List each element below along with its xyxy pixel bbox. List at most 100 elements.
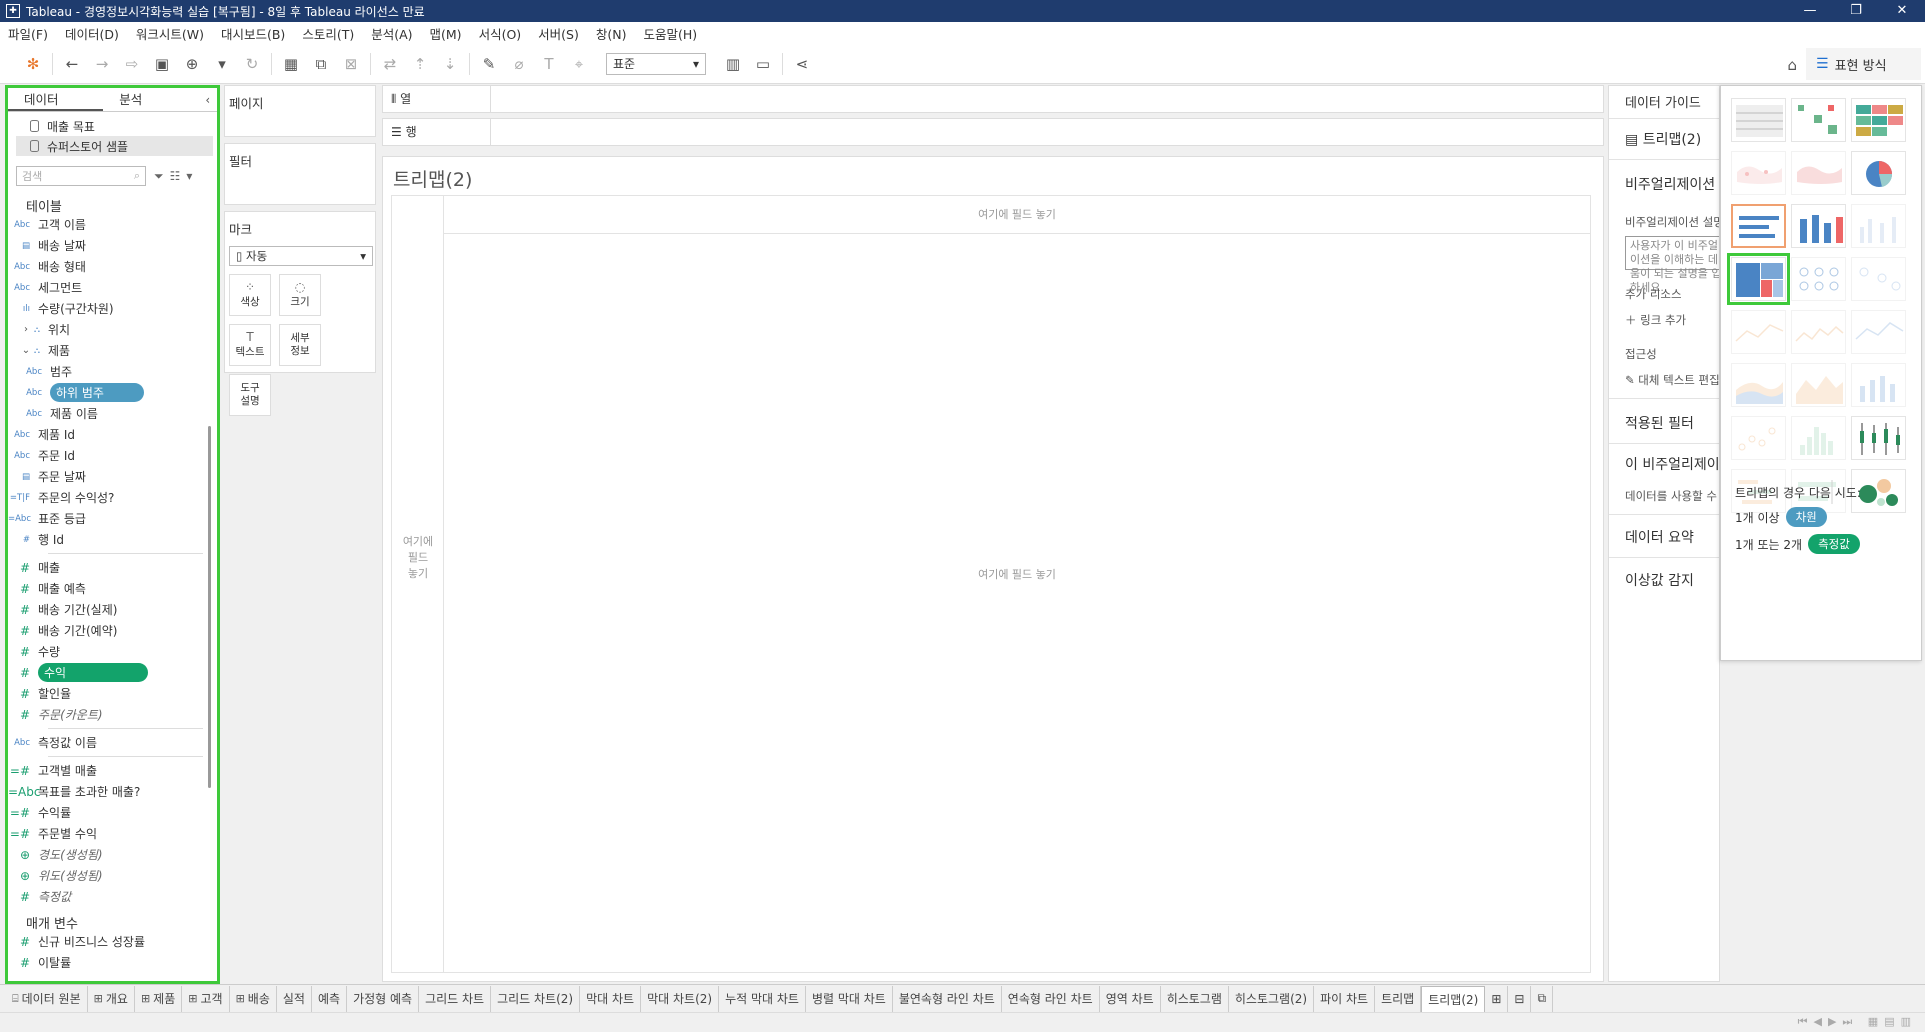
show-labels-icon[interactable]: T bbox=[534, 50, 564, 78]
field-item[interactable]: # 배송 기간(실제) bbox=[8, 599, 217, 620]
pages-card[interactable]: 페이지 bbox=[224, 85, 376, 137]
field-item[interactable]: =T|F 주문의 수익성? bbox=[8, 487, 217, 508]
sheet-tab[interactable]: 영역 차트 bbox=[1100, 985, 1161, 1012]
this-viz-header[interactable]: 이 비주얼리제이션 bbox=[1609, 454, 1719, 474]
chart-type-symbol-map[interactable] bbox=[1731, 151, 1786, 195]
color-mark-button[interactable]: ⁘ 색상 bbox=[229, 274, 271, 316]
chart-type-pie-chart[interactable] bbox=[1851, 151, 1906, 195]
tooltip-mark-button[interactable]: 도구 설명 bbox=[229, 374, 271, 416]
alt-text-button[interactable]: ✎ 대체 텍스트 편집 bbox=[1609, 372, 1719, 388]
sheet-tab[interactable]: 병렬 막대 차트 bbox=[806, 985, 893, 1012]
menu-worksheet[interactable]: 워크시트(W) bbox=[136, 24, 204, 43]
menu-file[interactable]: 파일(F) bbox=[8, 24, 48, 43]
field-item[interactable]: Abc 고객 이름 bbox=[8, 214, 217, 235]
new-worksheet-icon[interactable]: ▦ bbox=[276, 50, 306, 78]
field-item[interactable]: =Abc 표준 등급 bbox=[8, 508, 217, 529]
field-item[interactable]: Abc 배송 형태 bbox=[8, 256, 217, 277]
field-item[interactable]: Abc 하위 범주 bbox=[8, 382, 217, 403]
columns-shelf[interactable]: ⦀ 열 bbox=[382, 85, 1604, 113]
field-item[interactable]: # 수익 bbox=[8, 662, 217, 683]
field-item[interactable]: # 매출 bbox=[8, 557, 217, 578]
chart-type-stacked-bars[interactable] bbox=[1791, 204, 1846, 248]
filters-card[interactable]: 필터 bbox=[224, 143, 376, 205]
sheet-tab[interactable]: 누적 막대 차트 bbox=[719, 985, 806, 1012]
redo-icon[interactable]: → bbox=[87, 50, 117, 78]
sheet-tab[interactable]: 히스토그램 bbox=[1161, 985, 1229, 1012]
format-brush-icon[interactable]: ⌂ bbox=[1787, 56, 1797, 74]
filter-and-view-icons[interactable]: ⏷☷▾ bbox=[154, 169, 198, 184]
show-cards-icon[interactable]: ▥ bbox=[718, 50, 748, 78]
group-icon[interactable]: ⌀ bbox=[504, 50, 534, 78]
sort-descending-icon[interactable]: ⇣ bbox=[435, 50, 465, 78]
datasource-item[interactable]: 매출 목표 bbox=[8, 116, 217, 136]
field-item[interactable]: # 신규 비즈니스 성장률 bbox=[8, 931, 217, 952]
field-item[interactable]: ▤ 주문 날짜 bbox=[8, 466, 217, 487]
field-item[interactable]: Abc 제품 이름 bbox=[8, 403, 217, 424]
refresh-icon[interactable]: ↻ bbox=[237, 50, 267, 78]
collapse-pane-icon[interactable]: ‹ bbox=[199, 88, 217, 111]
sheet-tab[interactable]: ⊞ 제품 bbox=[135, 985, 183, 1012]
chart-type-continuous-lines[interactable] bbox=[1731, 310, 1786, 354]
chart-type-area-continuous[interactable] bbox=[1731, 363, 1786, 407]
chart-type-area-discrete[interactable] bbox=[1791, 363, 1846, 407]
menu-format[interactable]: 서식(O) bbox=[479, 24, 522, 43]
chart-type-text-table[interactable] bbox=[1731, 98, 1786, 142]
field-item[interactable]: =# 수익률 bbox=[8, 802, 217, 823]
datasource-tab[interactable]: ⌸ 데이터 원본 bbox=[6, 985, 88, 1012]
menu-data[interactable]: 데이터(D) bbox=[65, 24, 119, 43]
field-item[interactable]: ılı 수량(구간차원) bbox=[8, 298, 217, 319]
datasource-menu-icon[interactable]: ▾ bbox=[207, 50, 237, 78]
outlier-detection-header[interactable]: 이상값 감지 bbox=[1609, 570, 1719, 590]
detail-mark-button[interactable]: 세부 정보 bbox=[279, 324, 321, 366]
sheet-tab[interactable]: 막대 차트 bbox=[580, 985, 642, 1012]
tab-data[interactable]: 데이터 bbox=[8, 88, 104, 111]
field-search-input[interactable]: 검색 ⌕ bbox=[16, 166, 146, 186]
field-item[interactable]: =# 주문별 수익 bbox=[8, 823, 217, 844]
rows-shelf[interactable]: ☰ 행 bbox=[382, 118, 1604, 146]
field-item[interactable]: =Abc 목표를 초과한 매출? bbox=[8, 781, 217, 802]
add-link-button[interactable]: ＋ 링크 추가 bbox=[1609, 312, 1719, 328]
chart-type-side-by-side-bars[interactable] bbox=[1851, 204, 1906, 248]
save-icon[interactable]: ▣ bbox=[147, 50, 177, 78]
share-icon[interactable]: ⋖ bbox=[787, 50, 817, 78]
field-item[interactable]: ⊕ 위도(생성됨) bbox=[8, 865, 217, 886]
undo-icon[interactable]: ← bbox=[57, 50, 87, 78]
new-datasource-icon[interactable]: ⊕ bbox=[177, 50, 207, 78]
menu-analysis[interactable]: 분석(A) bbox=[371, 24, 412, 43]
chart-type-heat-map[interactable] bbox=[1791, 98, 1846, 142]
sheet-tab[interactable]: 예측 bbox=[312, 985, 348, 1012]
chart-type-filled-map[interactable] bbox=[1791, 151, 1846, 195]
applied-filters-header[interactable]: 적용된 필터 bbox=[1609, 413, 1719, 433]
view-title[interactable]: 트리맵(2) bbox=[393, 165, 472, 192]
chart-type-circle-views[interactable] bbox=[1791, 257, 1846, 301]
field-item[interactable]: # 측정값 bbox=[8, 886, 217, 907]
drop-zone-columns[interactable]: 여기에 필드 놓기 bbox=[444, 196, 1590, 234]
sheet-tab[interactable]: 파이 차트 bbox=[1314, 985, 1376, 1012]
chart-type-histogram[interactable] bbox=[1791, 416, 1846, 460]
chart-type-dual-combination[interactable] bbox=[1851, 363, 1906, 407]
menu-help[interactable]: 도움말(H) bbox=[643, 24, 697, 43]
show-me-button[interactable]: ☰ 표현 방식 bbox=[1806, 48, 1921, 82]
drop-zone-center[interactable]: 여기에 필드 놓기 bbox=[444, 566, 1590, 582]
menu-server[interactable]: 서버(S) bbox=[538, 24, 579, 43]
highlight-icon[interactable]: ✎ bbox=[474, 50, 504, 78]
viz-description-input[interactable]: 사용자가 이 비주얼리제이션을 이해하는 데 도움이 되는 설명을 입력하세요. bbox=[1625, 236, 1719, 294]
field-item[interactable]: ⌄ ⛬ 제품 bbox=[8, 340, 217, 361]
sheet-navigation-icons[interactable]: ⏮◀▶⏭ ▦▤▥ bbox=[1798, 1015, 1917, 1029]
label-mark-button[interactable]: T 텍스트 bbox=[229, 324, 271, 366]
replay-icon[interactable]: ⇨ bbox=[117, 50, 147, 78]
field-item[interactable]: # 수량 bbox=[8, 641, 217, 662]
sheet-tab[interactable]: 그리드 차트(2) bbox=[491, 985, 581, 1012]
mark-type-select[interactable]: ▯ 자동 ▾ bbox=[229, 246, 373, 266]
sheet-tab[interactable]: 연속형 라인 차트 bbox=[1002, 985, 1100, 1012]
sheet-tab[interactable]: 그리드 차트 bbox=[419, 985, 492, 1012]
chart-type-scatter-plot[interactable] bbox=[1731, 416, 1786, 460]
field-item[interactable]: Abc 세그먼트 bbox=[8, 277, 217, 298]
drop-zone-rows[interactable]: 여기에 필드 놓기 bbox=[392, 196, 444, 972]
data-summary-header[interactable]: 데이터 요약 bbox=[1609, 527, 1719, 547]
sheet-tab[interactable]: 가정형 예측 bbox=[347, 985, 420, 1012]
menu-dashboard[interactable]: 대시보드(B) bbox=[221, 24, 285, 43]
clear-sheet-icon[interactable]: ⊠ bbox=[336, 50, 366, 78]
field-item[interactable]: › ⛬ 위치 bbox=[8, 319, 217, 340]
field-item[interactable]: Abc 제품 Id bbox=[8, 424, 217, 445]
